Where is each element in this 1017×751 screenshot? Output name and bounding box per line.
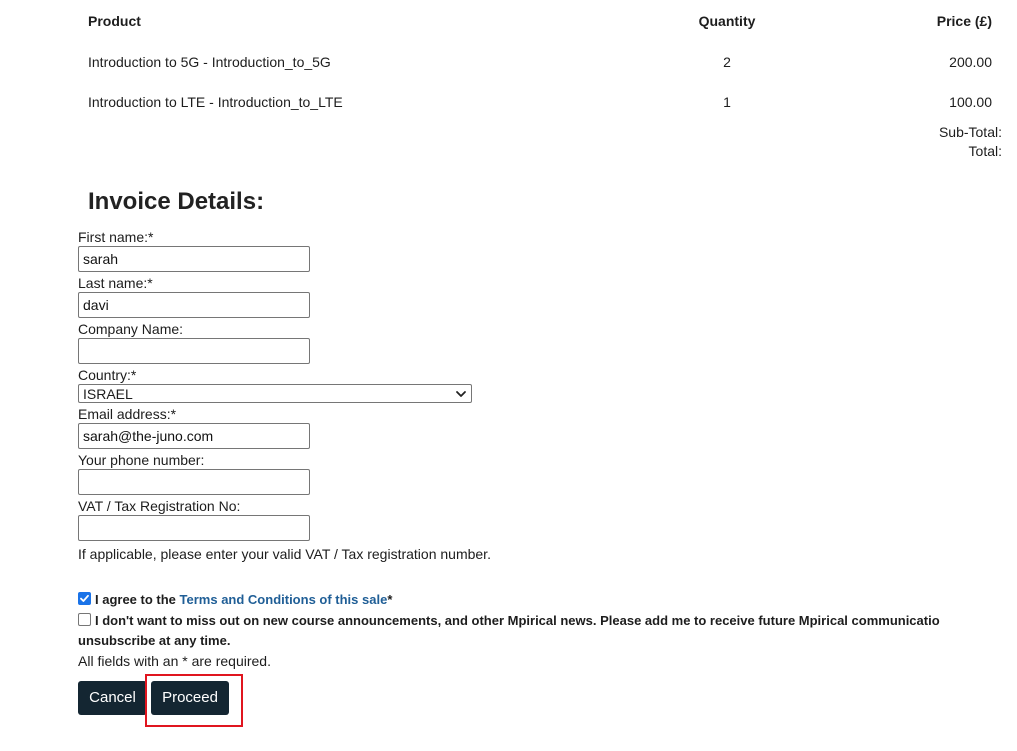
country-select[interactable]: ISRAEL xyxy=(78,384,472,403)
price-column-header: Price (£) xyxy=(936,13,992,29)
cart-table: Product Quantity Price (£) Introduction … xyxy=(78,0,1002,160)
product-price: 200.00 xyxy=(949,54,992,70)
terms-text: I agree to the Terms and Conditions of t… xyxy=(95,589,392,610)
table-row: Introduction to LTE - Introduction_to_LT… xyxy=(78,82,1002,122)
country-selected-value: ISRAEL xyxy=(83,386,133,402)
terms-agreement-row: I agree to the Terms and Conditions of t… xyxy=(78,589,1008,610)
newsletter-text-continued: unsubscribe at any time. xyxy=(78,633,231,648)
first-name-field[interactable] xyxy=(78,246,310,272)
chevron-down-icon xyxy=(456,391,466,397)
terms-checkbox[interactable] xyxy=(78,592,91,605)
phone-label: Your phone number: xyxy=(78,452,205,468)
quantity-column-header: Quantity xyxy=(698,13,756,29)
company-name-label: Company Name: xyxy=(78,321,184,337)
vat-help-text: If applicable, please enter your valid V… xyxy=(78,546,491,562)
product-column-header: Product xyxy=(88,13,141,29)
subtotal-row: Sub-Total: xyxy=(78,122,1002,141)
terms-prefix: I agree to the xyxy=(95,592,180,607)
first-name-label: First name:* xyxy=(78,229,154,245)
email-label: Email address:* xyxy=(78,406,177,422)
product-name: Introduction to 5G - Introduction_to_5G xyxy=(88,54,331,70)
newsletter-text: I don't want to miss out on new course a… xyxy=(95,613,940,628)
checkout-page: Product Quantity Price (£) Introduction … xyxy=(0,0,1017,751)
vat-field[interactable] xyxy=(78,515,310,541)
product-price: 100.00 xyxy=(949,94,992,110)
table-row: Introduction to 5G - Introduction_to_5G … xyxy=(78,42,1002,82)
cart-header-row: Product Quantity Price (£) xyxy=(78,0,1002,42)
required-fields-note: All fields with an * are required. xyxy=(78,653,271,669)
newsletter-checkbox[interactable] xyxy=(78,613,91,626)
terms-link[interactable]: Terms and Conditions of this sale xyxy=(180,592,388,607)
invoice-title: Invoice Details: xyxy=(88,188,265,215)
newsletter-row: I don't want to miss out on new course a… xyxy=(78,610,1008,631)
vat-label: VAT / Tax Registration No: xyxy=(78,498,241,514)
product-name: Introduction to LTE - Introduction_to_LT… xyxy=(88,94,343,110)
email-field[interactable] xyxy=(78,423,310,449)
product-quantity: 2 xyxy=(723,54,731,70)
phone-field[interactable] xyxy=(78,469,310,495)
country-label: Country:* xyxy=(78,367,137,383)
last-name-label: Last name:* xyxy=(78,275,153,291)
cancel-button[interactable]: Cancel xyxy=(78,681,147,715)
total-label: Total: xyxy=(968,142,1002,159)
company-name-field[interactable] xyxy=(78,338,310,364)
total-row: Total: xyxy=(78,141,1002,160)
last-name-field[interactable] xyxy=(78,292,310,318)
required-asterisk: * xyxy=(387,592,393,607)
invoice-form: First name:* Last name:* Company Name: C… xyxy=(78,228,1008,671)
proceed-button[interactable]: Proceed xyxy=(151,681,229,715)
subtotal-label: Sub-Total: xyxy=(938,123,1002,140)
product-quantity: 1 xyxy=(723,94,731,110)
checkmark-icon xyxy=(80,594,89,602)
